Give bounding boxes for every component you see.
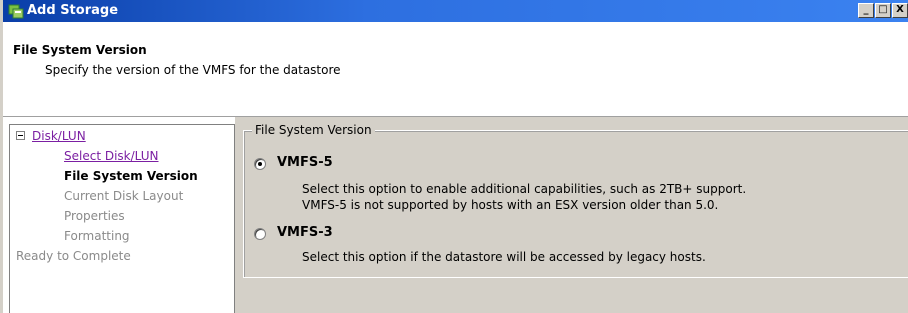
close-button[interactable]: X	[892, 3, 908, 18]
sidebar-item-ready-to-complete: Ready to Complete	[16, 249, 131, 263]
maximize-icon: □	[878, 4, 888, 15]
window-title: Add Storage	[27, 3, 119, 18]
collapse-icon[interactable]	[16, 131, 25, 140]
wizard-steps-sidebar: Disk/LUN Select Disk/LUN File System Ver…	[9, 124, 235, 313]
close-icon: X	[896, 4, 904, 15]
file-system-version-group: File System Version VMFS-5 Select this o…	[243, 123, 908, 278]
wizard-header: File System Version Specify the version …	[3, 22, 908, 117]
group-title: File System Version	[252, 123, 375, 137]
sidebar-item-formatting: Formatting	[64, 229, 130, 243]
page-title: File System Version	[13, 43, 147, 57]
vmfs5-label[interactable]: VMFS-5	[277, 155, 333, 170]
vmfs3-radio[interactable]	[254, 228, 266, 240]
vmfs3-label[interactable]: VMFS-3	[277, 225, 333, 240]
storage-icon	[8, 4, 24, 19]
vmfs5-radio[interactable]	[254, 158, 266, 170]
sidebar-item-properties: Properties	[64, 209, 125, 223]
vmfs5-description-line2: VMFS-5 is not supported by hosts with an…	[302, 198, 719, 212]
sidebar-item-select-disk-lun[interactable]: Select Disk/LUN	[64, 148, 159, 164]
title-bar[interactable]: Add Storage _ □ X	[3, 0, 908, 22]
minimize-button[interactable]: _	[858, 3, 874, 18]
maximize-button[interactable]: □	[875, 3, 891, 18]
sidebar-item-current-disk-layout: Current Disk Layout	[64, 189, 184, 203]
minimize-icon: _	[863, 4, 869, 15]
sidebar-item-disk-lun[interactable]: Disk/LUN	[32, 128, 86, 144]
sidebar-item-file-system-version: File System Version	[64, 169, 198, 183]
add-storage-window: Add Storage _ □ X File System Version Sp…	[0, 0, 908, 313]
main-content-panel: File System Version VMFS-5 Select this o…	[235, 117, 908, 313]
page-subtitle: Specify the version of the VMFS for the …	[45, 63, 341, 77]
vmfs5-description-line1: Select this option to enable additional …	[302, 182, 747, 196]
vmfs3-description: Select this option if the datastore will…	[302, 250, 706, 264]
